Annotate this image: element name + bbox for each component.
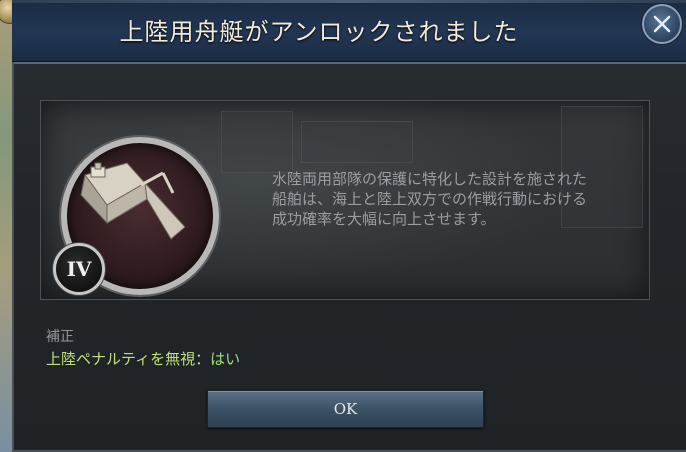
title-bar: 上陸用舟艇がアンロックされました — [12, 0, 686, 64]
rank-badge: IV — [53, 243, 105, 295]
bonus-line: 上陸ペナルティを無視：はい — [46, 348, 240, 369]
close-button[interactable] — [642, 4, 682, 44]
tech-info-panel: IV 水陸両用部隊の保護に特化した設計を施された 船舶は、海上と陸上双方での作戦… — [40, 100, 650, 300]
close-icon — [653, 15, 671, 33]
background-shelf — [221, 111, 293, 173]
tech-description: 水陸両用部隊の保護に特化した設計を施された 船舶は、海上と陸上双方での作戦行動に… — [272, 170, 588, 228]
bonus-name: 上陸ペナルティを無視 — [46, 350, 196, 368]
dialog-window: 上陸用舟艇がアンロックされました IV 水陸両用部隊の保護に特化した設計を施され… — [0, 0, 686, 452]
background-shelf — [301, 121, 413, 163]
ok-button[interactable]: OK — [207, 390, 484, 428]
bonus-value: はい — [210, 350, 241, 368]
dialog-title: 上陸用舟艇がアンロックされました — [119, 18, 519, 46]
tech-emblem: IV — [53, 131, 219, 295]
bonus-header: 補正 — [46, 329, 74, 345]
world-map-edge — [0, 0, 12, 452]
bonus-separator: ： — [195, 350, 211, 368]
